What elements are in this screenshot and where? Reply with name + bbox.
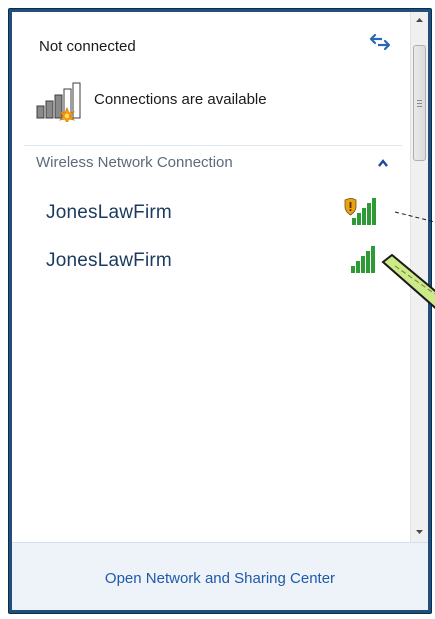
- flyout-footer: Open Network and Sharing Center: [12, 542, 428, 610]
- left-gutter: [0, 0, 8, 619]
- network-flyout-window: Not connected Connections are available …: [8, 8, 432, 614]
- signal-strength-icon: [351, 246, 375, 273]
- chevron-up-icon[interactable]: [377, 158, 389, 168]
- signal-bars-starburst-icon: [36, 82, 81, 122]
- flyout-panel: Not connected Connections are available …: [12, 12, 428, 610]
- scroll-down-arrow-icon[interactable]: [411, 523, 428, 540]
- signal-strength-shield-warning-icon: [344, 198, 376, 225]
- status-header: Not connected Connections are available: [12, 12, 406, 150]
- connection-list-area: Not connected Connections are available …: [12, 12, 406, 542]
- connection-status-text: Not connected: [39, 38, 136, 55]
- scroll-up-arrow-icon[interactable]: [411, 12, 428, 29]
- connections-available-row: Connections are available: [36, 82, 376, 122]
- network-name: JonesLawFirm: [46, 202, 172, 223]
- thumb-grip-line: [417, 100, 422, 101]
- network-item[interactable]: JonesLawFirm: [24, 192, 402, 232]
- thumb-grip-line: [417, 106, 422, 107]
- thumb-grip-line: [417, 103, 422, 104]
- wireless-section-header[interactable]: Wireless Network Connection: [36, 154, 396, 178]
- network-item[interactable]: JonesLawFirm: [24, 240, 402, 280]
- connections-available-text: Connections are available: [94, 91, 267, 108]
- section-title: Wireless Network Connection: [36, 154, 233, 171]
- scrollbar-thumb[interactable]: [413, 45, 426, 161]
- vertical-scrollbar[interactable]: [410, 12, 428, 542]
- open-network-sharing-center-link[interactable]: Open Network and Sharing Center: [12, 570, 428, 587]
- section-divider: [24, 145, 402, 146]
- network-name: JonesLawFirm: [46, 250, 172, 271]
- refresh-icon[interactable]: [368, 32, 392, 52]
